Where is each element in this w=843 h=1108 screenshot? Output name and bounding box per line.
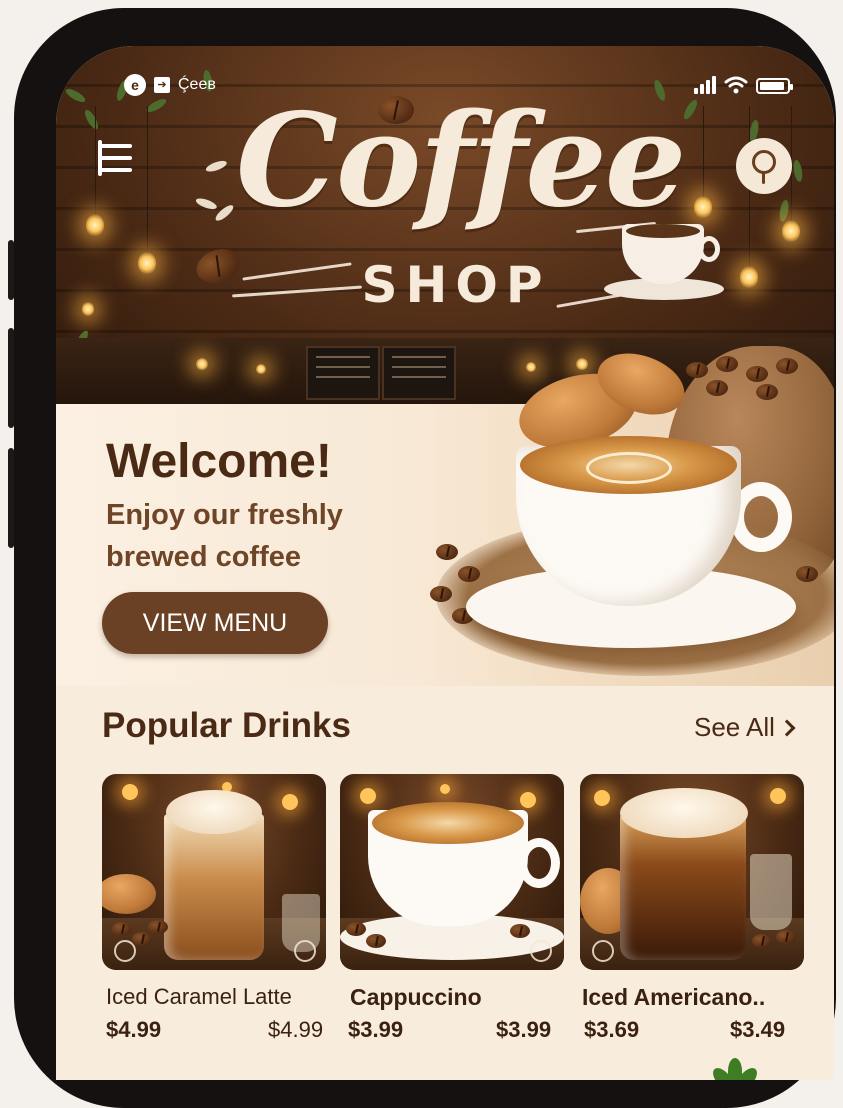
app-screen: e ➔ Ḉeeв Coffee SHOP Welcome! Enjoy our …	[56, 46, 834, 1080]
plus-clock-icon	[114, 940, 136, 962]
light-bulb	[576, 358, 588, 370]
menu-list-icon[interactable]	[96, 138, 140, 182]
drink-alt-price: $3.49	[730, 1017, 786, 1042]
drink-price: $4.99	[106, 1017, 162, 1042]
logo-script: Coffee	[236, 86, 686, 236]
logo-word: SHOP	[361, 256, 551, 314]
hero-subtitle: Enjoy our freshly brewed coffee	[106, 499, 343, 573]
coffee-bean	[436, 544, 458, 560]
leaf-decoration	[792, 159, 804, 183]
wifi-icon	[724, 76, 748, 94]
section-title: Popular Drinks	[102, 706, 351, 745]
drink-alt-price: $3.99	[496, 1017, 552, 1042]
plant-decoration	[706, 1056, 766, 1080]
volume-button	[8, 448, 14, 548]
drink-name: Iced Caramel Latte	[106, 984, 292, 1009]
compass-icon	[294, 940, 316, 962]
menu-board	[306, 346, 380, 400]
coffee-bean	[686, 362, 708, 378]
compass-icon	[530, 940, 552, 962]
status-left: e ➔ Ḉeeв	[124, 74, 216, 96]
battery-icon	[756, 78, 793, 94]
drink-price: $3.99	[348, 1017, 404, 1042]
status-right	[694, 76, 793, 94]
status-text: Ḉeeв	[178, 76, 216, 93]
search-button[interactable]	[736, 138, 792, 194]
coffee-bean	[430, 586, 452, 602]
light-bulb	[82, 302, 94, 316]
drink-name: Iced Americano..	[582, 984, 766, 1010]
light-bulb	[86, 214, 104, 236]
phone-frame: e ➔ Ḉeeв Coffee SHOP Welcome! Enjoy our …	[8, 8, 836, 1108]
chevron-right-icon	[778, 719, 796, 737]
coffee-bean	[776, 358, 798, 374]
leaf-decoration	[204, 158, 229, 174]
drink-name: Cappuccino	[350, 984, 482, 1010]
drink-price: $3.69	[584, 1017, 640, 1042]
header-banner: e ➔ Ḉeeв Coffee SHOP	[56, 46, 834, 406]
light-bulb	[782, 220, 800, 242]
search-icon	[752, 150, 776, 174]
cappuccino-hero-image	[466, 416, 826, 676]
arrow-box-icon: ➔	[154, 77, 170, 93]
see-all-link[interactable]: See All	[694, 712, 796, 743]
leaf-decoration	[82, 108, 101, 132]
drink-alt-price: $4.99	[268, 1017, 324, 1042]
view-menu-button[interactable]: VIEW MENU	[102, 592, 328, 654]
see-all-label: See All	[694, 712, 775, 742]
e-logo-icon: e	[124, 74, 146, 96]
light-bulb	[196, 358, 208, 370]
light-bulb	[138, 252, 156, 274]
coffee-bean	[746, 366, 768, 382]
menu-board	[382, 346, 456, 400]
volume-button	[8, 328, 14, 428]
coffee-bean	[756, 384, 778, 400]
hero-title: Welcome!	[106, 435, 332, 488]
drink-photo	[340, 774, 564, 970]
coffee-bean	[706, 380, 728, 396]
drink-card[interactable]: Iced Americano.. $3.69 $3.49	[580, 774, 804, 1042]
coffee-bean-decoration	[191, 243, 245, 289]
plus-clock-icon	[592, 940, 614, 962]
drink-photo	[580, 774, 804, 970]
light-bulb	[740, 266, 758, 288]
coffee-bean	[716, 356, 738, 372]
search-icon-handle	[762, 172, 765, 184]
volume-button	[8, 240, 14, 300]
leaf-decoration	[778, 199, 790, 223]
bulb-wire	[703, 106, 704, 198]
signal-bars-icon	[694, 76, 716, 94]
drink-photo	[102, 774, 326, 970]
bulb-wire	[147, 106, 148, 254]
light-bulb	[526, 362, 536, 372]
light-bulb	[256, 364, 266, 374]
drink-card[interactable]: Cappuccino $3.99 $3.99	[340, 774, 564, 1042]
drink-card[interactable]: Iced Caramel Latte $4.99 $4.99	[102, 774, 326, 1042]
leaf-decoration	[194, 196, 219, 212]
light-bulb	[694, 196, 712, 218]
